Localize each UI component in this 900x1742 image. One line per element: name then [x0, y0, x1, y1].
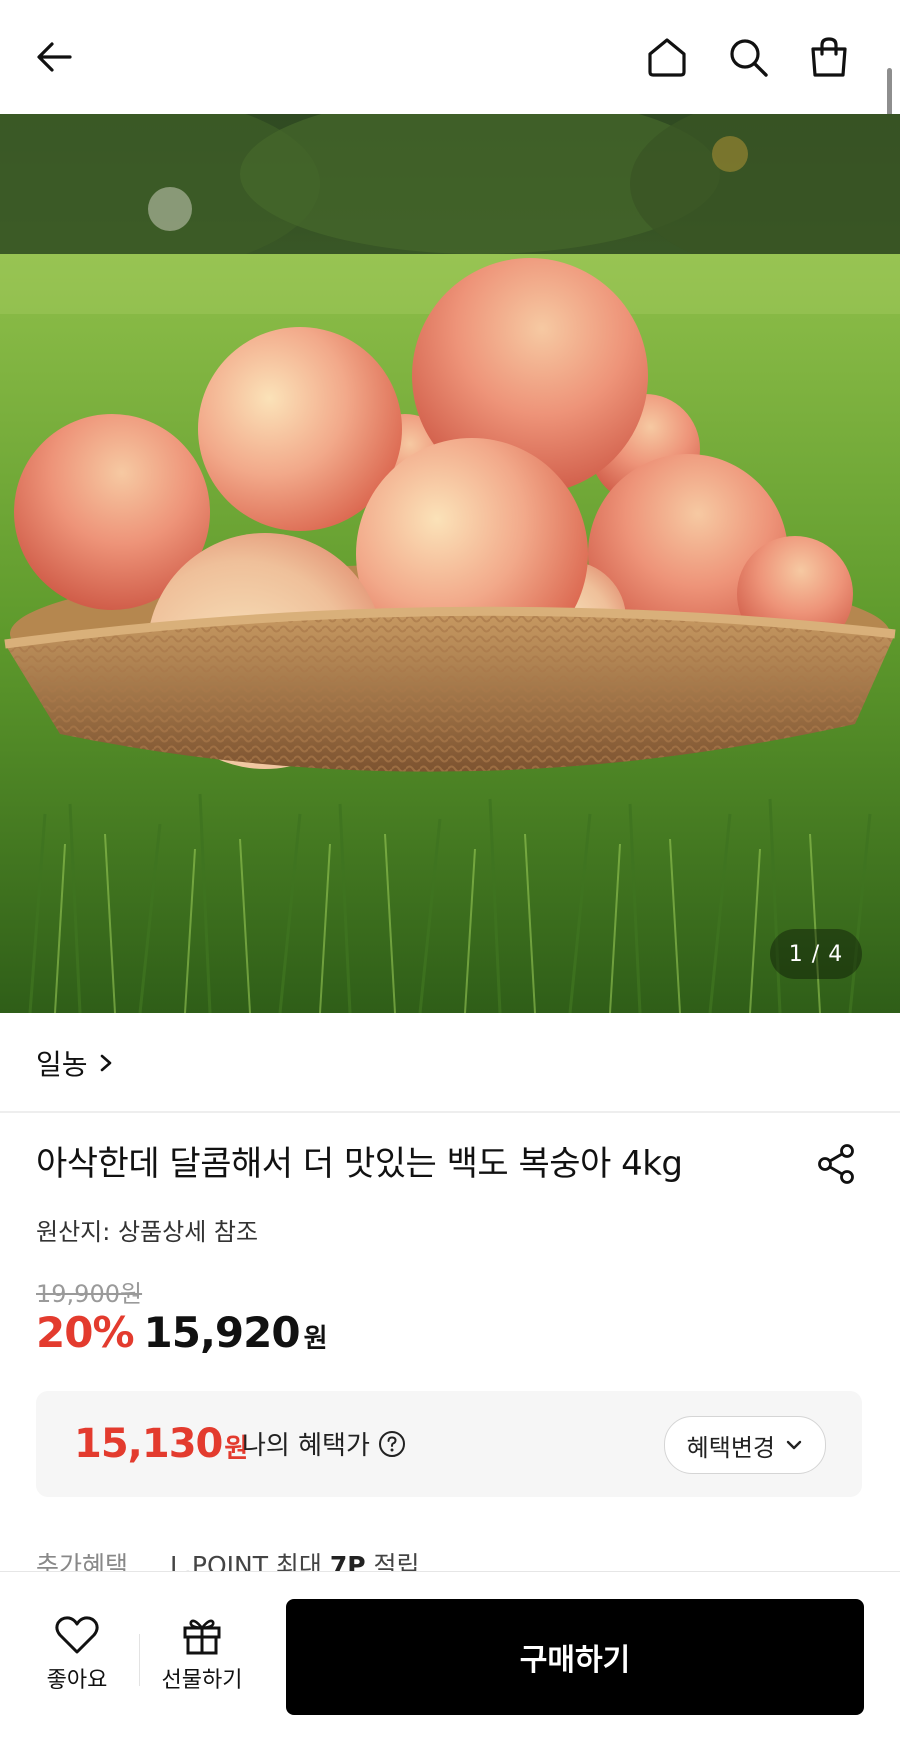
- benefit-amount: 15,130: [74, 1421, 223, 1467]
- origin-info: 원산지: 상품상세 참조: [36, 1218, 259, 1246]
- benefit-label: 나의 혜택가: [242, 1431, 370, 1461]
- price-row: 20% 15,920 원: [36, 1308, 328, 1357]
- seller-name: 일농: [36, 1048, 88, 1081]
- like-button[interactable]: 좋아요: [22, 1614, 132, 1694]
- share-icon: [818, 1144, 854, 1184]
- buy-button[interactable]: 구매하기: [286, 1599, 864, 1715]
- bottom-bar-separator: [139, 1634, 140, 1686]
- benefit-change-button[interactable]: 혜택변경: [663, 1416, 826, 1474]
- search-button[interactable]: [716, 25, 780, 89]
- gift-button[interactable]: 선물하기: [147, 1614, 257, 1694]
- product-image-gallery[interactable]: 1 / 4: [0, 114, 900, 1013]
- shopping-bag-icon: [811, 37, 847, 77]
- like-label: 좋아요: [46, 1668, 108, 1693]
- seller-link[interactable]: 일농: [36, 1040, 116, 1086]
- search-icon: [730, 39, 768, 77]
- home-button[interactable]: [635, 25, 699, 89]
- benefit-help-button[interactable]: [378, 1430, 406, 1458]
- bottom-action-bar: 좋아요 선물하기 구매하기: [0, 1571, 900, 1742]
- benefit-label-group: 나의 혜택가: [242, 1425, 406, 1462]
- gift-label: 선물하기: [161, 1668, 243, 1693]
- benefit-price: 15,130 원: [74, 1421, 248, 1467]
- product-title: 아삭한데 달콤해서 더 맛있는 백도 복숭아 4kg: [36, 1144, 683, 1184]
- sale-price-unit: 원: [303, 1324, 328, 1354]
- my-benefit-box: 15,130 원 나의 혜택가 혜택변경: [36, 1391, 862, 1497]
- question-circle-icon: [378, 1430, 405, 1457]
- peach-basket-photo: [0, 114, 900, 1013]
- chevron-right-icon: [100, 1054, 111, 1072]
- heart-icon: [55, 1616, 99, 1654]
- discount-rate: 20%: [36, 1308, 135, 1357]
- arrow-left-icon: [37, 42, 72, 72]
- original-price: 19,900원: [36, 1280, 143, 1308]
- top-app-bar: [0, 0, 900, 114]
- gift-icon: [183, 1619, 221, 1655]
- sale-price: 15,920: [143, 1308, 301, 1357]
- section-divider: [0, 1111, 900, 1113]
- home-icon: [648, 38, 686, 77]
- cart-button[interactable]: [797, 25, 861, 89]
- benefit-change-label: 혜택변경: [686, 1433, 775, 1462]
- back-button[interactable]: [22, 25, 86, 89]
- image-pager-indicator: 1 / 4: [770, 929, 862, 979]
- share-button[interactable]: [808, 1136, 864, 1192]
- chevron-down-icon: [786, 1440, 802, 1450]
